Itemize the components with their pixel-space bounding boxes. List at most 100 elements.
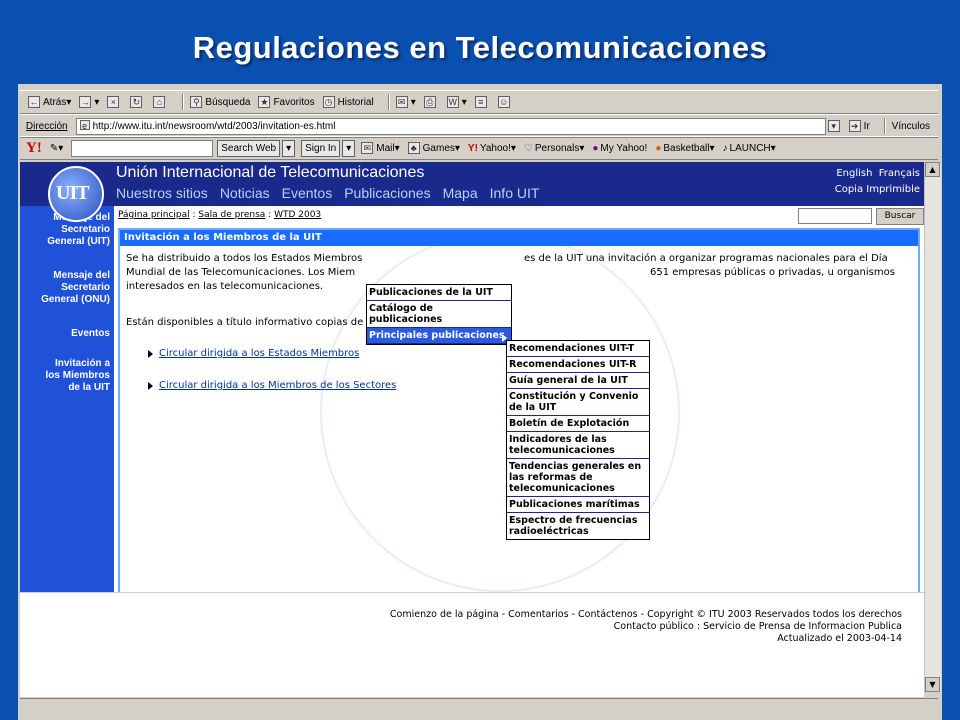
scroll-up-icon[interactable]: ▲ bbox=[925, 162, 940, 177]
search-button[interactable]: Buscar bbox=[876, 208, 924, 225]
yahoo-y-icon: Y! bbox=[467, 142, 478, 154]
sign-in-dropdown[interactable]: ▾ bbox=[342, 139, 356, 157]
edit-button[interactable]: W ▾ bbox=[446, 96, 467, 108]
link-row-1: Circular dirigida a los Estados Miembros bbox=[148, 348, 359, 359]
publicaciones-dropdown: Publicaciones de la UIT Catálogo de publ… bbox=[366, 284, 512, 345]
vertical-scrollbar[interactable]: ▲ ▼ bbox=[924, 162, 941, 692]
stop-icon: × bbox=[107, 96, 120, 108]
printable-copy-link[interactable]: Copia Imprimible bbox=[835, 184, 920, 195]
history-button[interactable]: ◷ Historial bbox=[322, 96, 374, 108]
menu-principales-label: Principales publicaciones bbox=[369, 330, 505, 341]
search-button[interactable]: ⚲ Búsqueda bbox=[190, 96, 250, 108]
menu-publicaciones-uit[interactable]: Publicaciones de la UIT bbox=[367, 285, 511, 301]
mail-button[interactable]: ✉ ▾ bbox=[395, 96, 416, 108]
itu-logo-text: UIT bbox=[56, 182, 90, 204]
print-button[interactable]: ⎙ bbox=[423, 96, 439, 108]
footer-links[interactable]: Comienzo de la página - Comentarios - Co… bbox=[390, 609, 902, 620]
go-button[interactable]: ➔ Ir bbox=[848, 120, 870, 132]
nav-mapa[interactable]: Mapa bbox=[443, 185, 478, 201]
submenu-indicadores[interactable]: Indicadores de las telecomunicaciones bbox=[507, 432, 649, 459]
paragraph-1-line-3: interesados en las telecomunicaciones. bbox=[126, 281, 324, 292]
submenu-maritimas[interactable]: Publicaciones marítimas bbox=[507, 497, 649, 513]
home-button[interactable]: ⌂ bbox=[153, 96, 168, 108]
circular-estados-link[interactable]: Circular dirigida a los Estados Miembros bbox=[159, 348, 359, 359]
leftnav-invitacion[interactable]: Invitación a los Miembros de la UIT bbox=[46, 358, 110, 394]
favorites-button[interactable]: ★ Favoritos bbox=[258, 96, 315, 108]
leftnav-eventos[interactable]: Eventos bbox=[71, 328, 110, 340]
slide-title: Regulaciones en Telecomunicaciones bbox=[192, 30, 768, 65]
para1-part-b: es de la UIT una invitación a organizar … bbox=[524, 253, 888, 264]
yahoo-mail-button[interactable]: ✉ Mail ▾ bbox=[361, 142, 400, 154]
basketball-button[interactable]: ● Basketball ▾ bbox=[655, 143, 714, 154]
submenu-boletin[interactable]: Boletín de Explotación bbox=[507, 416, 649, 432]
search-web-button[interactable]: Search Web bbox=[217, 139, 281, 157]
discuss-icon: ≡ bbox=[474, 96, 487, 108]
footer-contact[interactable]: Contacto público : Servicio de Prensa de… bbox=[614, 621, 902, 632]
address-label: Dirección bbox=[25, 120, 68, 132]
basketball-icon: ● bbox=[655, 142, 662, 154]
browser-window: ← Atrás ▾ → ▾ × ↻ ⌂ ⚲ Búsqueda ★ Favoritos ◷… bbox=[18, 84, 942, 720]
language-links[interactable]: English Français bbox=[836, 168, 920, 179]
yahoo-search-input[interactable] bbox=[71, 139, 214, 157]
search-web-dropdown[interactable]: ▾ bbox=[282, 139, 296, 157]
back-label: Atrás bbox=[43, 96, 67, 108]
principales-submenu: Recomendaciones UIT-T Recomendaciones UI… bbox=[506, 340, 650, 540]
discuss-button[interactable]: ≡ bbox=[474, 96, 490, 108]
messenger-button[interactable]: ☺ bbox=[497, 96, 513, 108]
refresh-icon: ↻ bbox=[130, 96, 143, 108]
refresh-button[interactable]: ↻ bbox=[130, 96, 145, 108]
nav-eventos[interactable]: Eventos bbox=[282, 185, 333, 201]
yahoo-games-label: Games bbox=[422, 142, 455, 154]
launch-icon: ♪ bbox=[722, 142, 728, 154]
paragraph-1-line-1b: es de la UIT una invitación a organizar … bbox=[524, 252, 888, 265]
menu-catalogo[interactable]: Catálogo de publicaciones bbox=[367, 301, 511, 328]
footer-updated: Actualizado el 2003-04-14 bbox=[777, 633, 902, 644]
breadcrumb-home[interactable]: Página principal bbox=[118, 210, 190, 220]
submenu-tendencias[interactable]: Tendencias generales en las reformas de … bbox=[507, 459, 649, 497]
submenu-rec-uit-t[interactable]: Recomendaciones UIT-T bbox=[507, 341, 649, 357]
link-row-2: Circular dirigida a los Miembros de los … bbox=[148, 380, 396, 391]
links-button[interactable]: Vínculos bbox=[892, 121, 930, 132]
forward-button[interactable]: → ▾ bbox=[79, 96, 99, 108]
itu-logo[interactable]: UIT bbox=[48, 166, 104, 222]
my-yahoo-button[interactable]: ● My Yahoo! bbox=[592, 143, 647, 154]
word-icon: W bbox=[446, 96, 459, 108]
url-text: http://www.itu.int/newsroom/wtd/2003/inv… bbox=[92, 120, 336, 132]
games-icon: ♣ bbox=[407, 142, 420, 154]
yahoo-logo[interactable]: Y! bbox=[26, 140, 42, 157]
submenu-rec-uit-r[interactable]: Recomendaciones UIT-R bbox=[507, 357, 649, 373]
nav-nuestros-sitios[interactable]: Nuestros sitios bbox=[116, 185, 208, 201]
launch-button[interactable]: ♪ LAUNCH ▾ bbox=[723, 143, 776, 154]
yahoo-toolbar: Y! ✎▾ Search Web ▾ Sign In ▾ ✉ Mail ▾ ♣ Ga… bbox=[20, 136, 938, 160]
go-arrow-icon: ➔ bbox=[848, 120, 861, 132]
breadcrumb-wtd[interactable]: WTD 2003 bbox=[274, 210, 321, 220]
address-bar: Dirección e http://www.itu.int/newsroom/w… bbox=[20, 114, 938, 138]
yahoo-pencil-icon[interactable]: ✎▾ bbox=[50, 143, 63, 154]
scroll-down-icon[interactable]: ▼ bbox=[925, 677, 940, 692]
search-icon: ⚲ bbox=[190, 96, 203, 108]
address-input[interactable]: e http://www.itu.int/newsroom/wtd/2003/in… bbox=[75, 117, 826, 135]
sign-in-button[interactable]: Sign In bbox=[301, 139, 341, 157]
favorites-label: Favoritos bbox=[273, 96, 315, 108]
stop-button[interactable]: × bbox=[107, 96, 122, 108]
site-search-input[interactable] bbox=[798, 208, 872, 224]
page-icon: e bbox=[79, 119, 90, 131]
submenu-constitucion[interactable]: Constitución y Convenio de la UIT bbox=[507, 389, 649, 416]
nav-noticias[interactable]: Noticias bbox=[220, 185, 270, 201]
nav-info-uit[interactable]: Info UIT bbox=[490, 185, 540, 201]
address-dropdown-icon[interactable]: ▾ bbox=[827, 120, 840, 132]
leftnav-mensaje-onu[interactable]: Mensaje del Secretario General (ONU) bbox=[41, 270, 110, 306]
submenu-guia-general[interactable]: Guía general de la UIT bbox=[507, 373, 649, 389]
nav-publicaciones[interactable]: Publicaciones bbox=[344, 185, 430, 201]
circular-sectores-link[interactable]: Circular dirigida a los Miembros de los … bbox=[159, 380, 396, 391]
yahoo-home-label: Yahoo! bbox=[479, 142, 511, 154]
back-button[interactable]: ← Atrás ▾ bbox=[28, 96, 71, 108]
menu-principales[interactable]: Principales publicaciones bbox=[367, 328, 511, 344]
yahoo-home-button[interactable]: Y! Yahoo! ▾ bbox=[468, 143, 516, 154]
my-yahoo-label: My Yahoo! bbox=[600, 142, 648, 154]
yahoo-personals-button[interactable]: ♡ Personals ▾ bbox=[524, 143, 584, 154]
breadcrumb-press[interactable]: Sala de prensa bbox=[198, 210, 265, 220]
standard-toolbar: ← Atrás ▾ → ▾ × ↻ ⌂ ⚲ Búsqueda ★ Favoritos ◷… bbox=[20, 90, 938, 114]
submenu-espectro[interactable]: Espectro de frecuencias radioeléctricas bbox=[507, 513, 649, 539]
yahoo-games-button[interactable]: ♣ Games ▾ bbox=[407, 142, 460, 154]
